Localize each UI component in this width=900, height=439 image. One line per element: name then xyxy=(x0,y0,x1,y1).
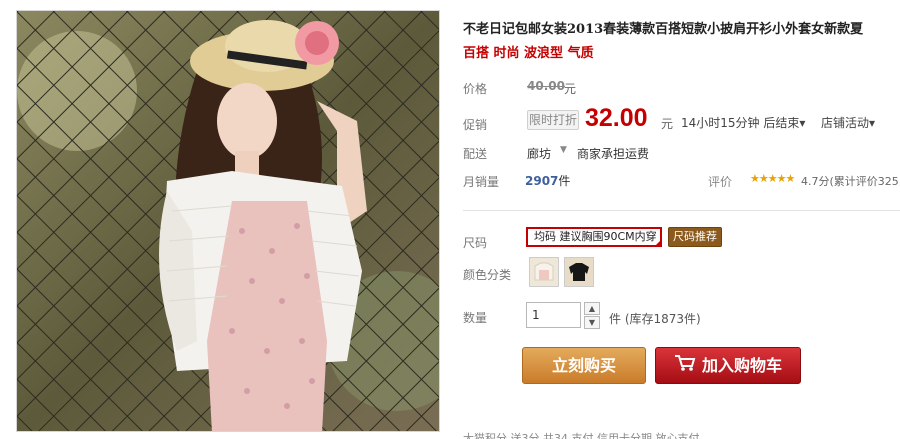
promo-price: 32.00 xyxy=(585,104,648,132)
black-top-thumbnail-icon xyxy=(569,263,589,281)
promo-countdown[interactable]: 14小时15分钟 后结束▾ xyxy=(681,114,805,131)
divider xyxy=(463,210,900,211)
buy-now-button[interactable]: 立刻购买 xyxy=(522,347,646,384)
store-activity-dropdown[interactable]: 店铺活动▾ xyxy=(821,114,875,131)
size-recommend-button[interactable]: 尺码推荐 xyxy=(668,227,722,247)
size-label: 尺码 xyxy=(463,236,488,250)
review-summary-link[interactable]: 4.7分(累计评价325 xyxy=(801,173,899,189)
original-price: 40.00 xyxy=(527,79,565,93)
sales-count: 2907 xyxy=(525,174,559,188)
size-option-selected[interactable]: 均码 建议胸围90CM内穿 xyxy=(526,227,662,247)
color-swatch-black[interactable] xyxy=(564,257,594,287)
sales-label: 月销量 xyxy=(463,175,500,189)
color-label: 颜色分类 xyxy=(463,268,512,282)
sales-unit: 件 xyxy=(558,174,571,188)
add-to-cart-button[interactable]: 加入购物车 xyxy=(655,347,801,384)
promo-label: 促销 xyxy=(463,118,488,132)
white-top-thumbnail-icon xyxy=(534,262,554,281)
quantity-input[interactable]: 1 xyxy=(526,302,581,328)
review-label: 评价 xyxy=(708,175,733,189)
product-photo[interactable] xyxy=(16,10,440,432)
shipping-label: 配送 xyxy=(463,147,488,161)
monthly-sales: 2907件 xyxy=(525,172,570,189)
quantity-label: 数量 xyxy=(463,311,488,325)
buy-now-label: 立刻购买 xyxy=(551,356,616,375)
stock-info: 件 (库存1873件) xyxy=(609,312,701,326)
chevron-down-icon[interactable]: ▼ xyxy=(560,145,567,155)
rating-stars-icon: ★★★★★ xyxy=(750,172,795,185)
shipping-origin[interactable]: 廊坊 xyxy=(527,145,551,162)
price-label: 价格 xyxy=(463,82,488,96)
quantity-increase-icon[interactable]: ▲ xyxy=(584,302,600,315)
quantity-decrease-icon[interactable]: ▼ xyxy=(584,316,600,329)
promo-badge: 限时打折 xyxy=(527,110,579,130)
shipping-fee-text: 商家承担运费 xyxy=(577,147,650,161)
product-photo-drawing xyxy=(17,11,439,431)
add-to-cart-label: 加入购物车 xyxy=(701,356,782,375)
original-price-currency: 元 xyxy=(564,82,577,96)
color-swatch-white[interactable] xyxy=(529,257,559,287)
product-subtitle: 百搭 时尚 波浪型 气质 xyxy=(463,46,594,61)
promo-price-currency: 元 xyxy=(661,117,674,131)
product-info-panel: 不老日记包邮女装2013春装薄款百搭短款小披肩开衫小外套女新款夏 百搭 时尚 波… xyxy=(463,0,900,439)
selected-check-icon xyxy=(655,240,661,246)
shopping-cart-icon xyxy=(674,349,696,384)
bottom-info-strip: 大猫积分 送3分 共34 支付 信用卡分期 放心支付 xyxy=(463,432,700,439)
product-title: 不老日记包邮女装2013春装薄款百搭短款小披肩开衫小外套女新款夏 xyxy=(463,22,864,37)
